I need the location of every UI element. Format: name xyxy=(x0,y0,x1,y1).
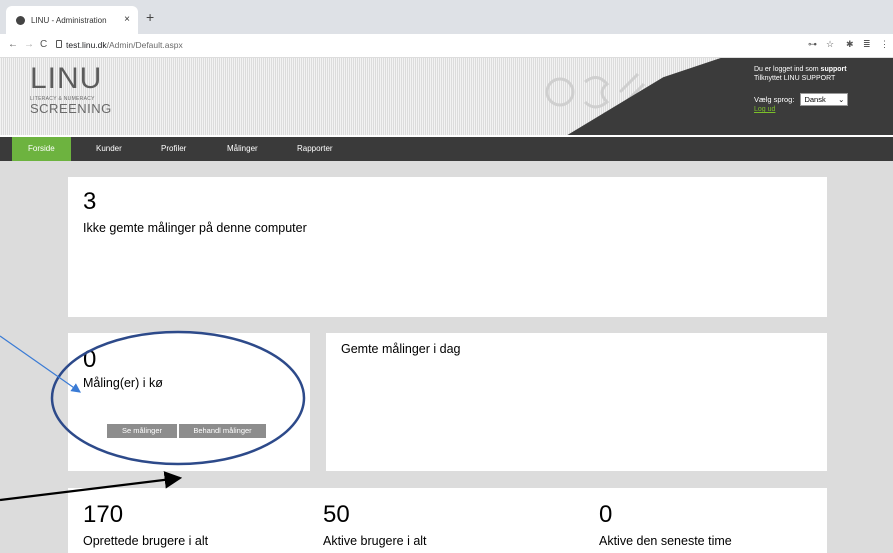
saved-today-panel: Gemte målinger i dag xyxy=(326,333,827,471)
language-value: Dansk xyxy=(804,95,826,104)
logo-main: LINU xyxy=(30,62,103,95)
logout-link[interactable]: Log ud xyxy=(754,106,775,113)
login-prefix: Du er logget ind som xyxy=(754,66,819,73)
new-tab-button[interactable]: + xyxy=(146,9,154,25)
browser-tab-bar: LINU - Administration × + xyxy=(0,0,893,34)
active-hour-label: Aktive den seneste time xyxy=(599,534,732,548)
extensions-icon[interactable]: ✱ xyxy=(846,39,854,50)
globe-icon xyxy=(16,15,25,25)
active-hour-count: 0 xyxy=(599,501,613,528)
created-users-count: 170 xyxy=(83,501,124,528)
unsaved-label: Ikke gemte målinger på denne computer xyxy=(83,221,307,235)
main-menu: Forside Kunder Profiler Målinger Rapport… xyxy=(0,137,893,161)
star-icon[interactable]: ☆ xyxy=(826,39,834,50)
affiliation: Tilknyttet LINU SUPPORT xyxy=(754,74,836,82)
menu-item-profiler[interactable]: Profiler xyxy=(161,137,186,161)
unsaved-count: 3 xyxy=(83,188,97,215)
address-bar-row: ← → C test.linu.dk/Admin/Default.aspx ⊶ … xyxy=(0,34,893,58)
created-users-label: Oprettede brugere i alt xyxy=(83,534,209,548)
menu-item-forside[interactable]: Forside xyxy=(12,137,71,161)
linu-logo[interactable]: LINU LITERACY & NUMERACY SCREENING xyxy=(30,62,112,116)
browser-tab[interactable]: LINU - Administration × xyxy=(6,6,138,34)
key-icon[interactable]: ⊶ xyxy=(808,39,817,50)
url-path: /Admin/Default.aspx xyxy=(106,40,183,50)
process-measurements-button[interactable]: Behandl målinger xyxy=(179,424,266,438)
user-info: Du er logget ind som support Tilknyttet … xyxy=(754,66,847,83)
queue-panel: 0 Måling(er) i kø xyxy=(68,333,310,471)
menu-item-rapporter[interactable]: Rapporter xyxy=(297,137,333,161)
lock-icon xyxy=(56,40,62,48)
users-panel: 170 Oprettede brugere i alt 50 Aktive br… xyxy=(68,488,827,553)
back-icon[interactable]: ← xyxy=(8,39,18,50)
reading-list-icon[interactable]: ≣ xyxy=(863,39,871,50)
language-selector: Vælg sprog: Dansk ⌄ xyxy=(754,93,849,106)
menu-item-kunder[interactable]: Kunder xyxy=(96,137,122,161)
menu-dots-icon[interactable]: ⋮ xyxy=(880,39,889,50)
site-header: LINU LITERACY & NUMERACY SCREENING % Z0 … xyxy=(0,58,893,135)
user-name: support xyxy=(820,66,847,73)
language-label: Vælg sprog: xyxy=(754,95,795,104)
language-select[interactable]: Dansk ⌄ xyxy=(800,93,849,106)
url-field[interactable]: test.linu.dk/Admin/Default.aspx xyxy=(66,40,183,50)
reload-icon[interactable]: C xyxy=(40,39,47,50)
menu-item-maalinger[interactable]: Målinger xyxy=(227,137,258,161)
forward-icon[interactable]: → xyxy=(24,39,34,50)
tab-title: LINU - Administration xyxy=(31,15,107,25)
close-icon[interactable]: × xyxy=(124,14,130,25)
saved-today-label: Gemte målinger i dag xyxy=(341,342,461,356)
active-users-label: Aktive brugere i alt xyxy=(323,534,427,548)
unsaved-panel: 3 Ikke gemte målinger på denne computer xyxy=(68,177,827,317)
queue-label: Måling(er) i kø xyxy=(83,376,163,390)
queue-count: 0 xyxy=(83,346,97,373)
active-users-count: 50 xyxy=(323,501,350,528)
see-measurements-button[interactable]: Se målinger xyxy=(107,424,177,438)
url-host: test.linu.dk xyxy=(66,40,107,50)
logo-screening: SCREENING xyxy=(30,101,112,116)
chevron-down-icon: ⌄ xyxy=(838,95,845,104)
